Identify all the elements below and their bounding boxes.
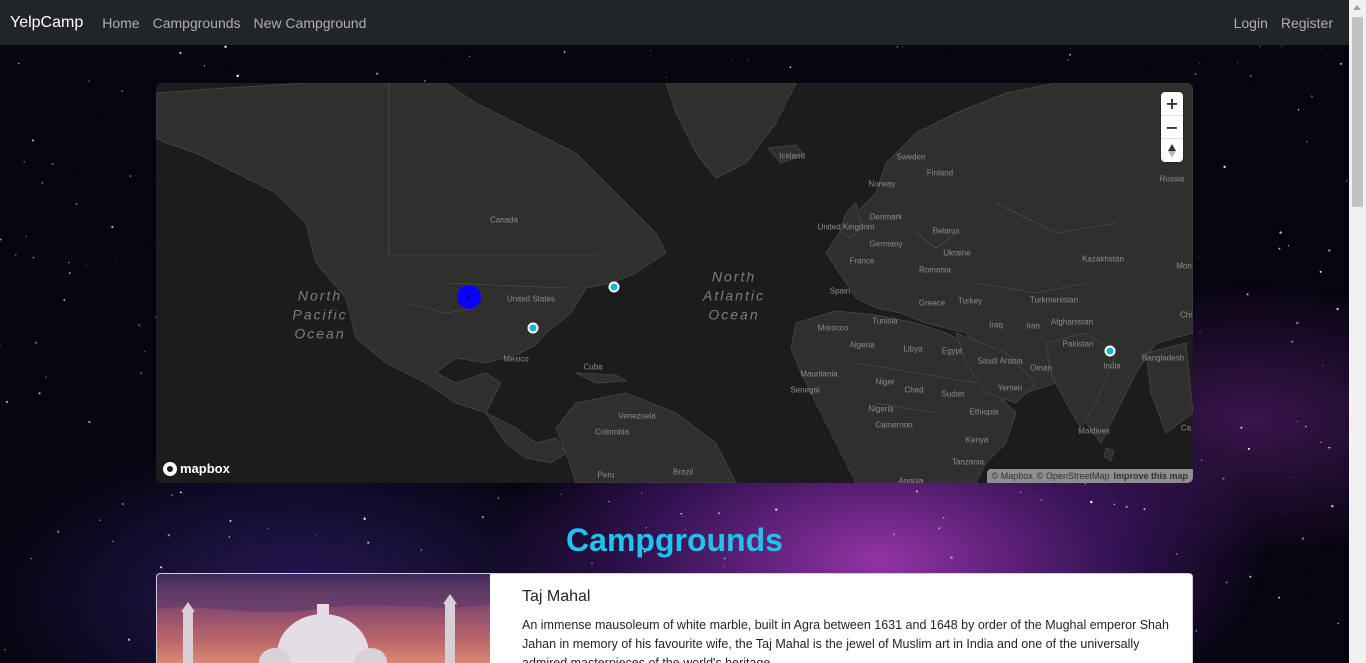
country-label: India: [1103, 361, 1121, 371]
country-label: Saudi Arabia: [977, 356, 1023, 366]
improve-map-link[interactable]: Improve this map: [1113, 471, 1188, 481]
cluster-map[interactable]: North Pacific Ocean North Atlantic Ocean…: [156, 83, 1193, 483]
nav-home-link[interactable]: Home: [102, 15, 139, 31]
nav-login-link[interactable]: Login: [1234, 15, 1268, 31]
map-point-marker[interactable]: [1104, 345, 1116, 357]
taj-mahal-image: [157, 574, 490, 663]
country-label: Venezuela: [618, 411, 656, 421]
country-label: Iran: [1026, 321, 1040, 331]
country-label: Iraq: [989, 320, 1003, 330]
zoom-out-button[interactable]: −: [1161, 116, 1183, 140]
ocean-label-pacific: North Pacific Ocean: [292, 287, 348, 342]
country-label: Morocco: [817, 323, 849, 333]
country-label: Maldives: [1078, 426, 1110, 436]
country-label: Algeria: [849, 340, 875, 350]
country-label: Russia: [1159, 174, 1185, 184]
country-label: Belarus: [932, 226, 960, 236]
country-label: Iceland: [779, 151, 805, 161]
country-label: United Kingdom: [817, 222, 875, 232]
nav-new-campground-link[interactable]: New Campground: [254, 15, 367, 31]
country-label: Sudan: [941, 389, 965, 399]
map-attribution: © Mapbox © OpenStreetMap Improve this ma…: [986, 469, 1193, 483]
country-label: Peru: [597, 470, 615, 480]
nav-campgrounds-link[interactable]: Campgrounds: [153, 15, 241, 31]
country-label: Tanzania: [951, 457, 985, 467]
country-label: Mon: [1176, 261, 1192, 271]
campground-image: [157, 574, 490, 663]
page-title-text: Campgrounds: [566, 522, 783, 558]
reset-bearing-button[interactable]: [1161, 139, 1183, 162]
country-label: Kenya: [965, 435, 989, 445]
mapbox-logo-text: mapbox: [180, 461, 230, 476]
mapbox-logo[interactable]: mapbox: [163, 461, 230, 476]
page-scrollbar[interactable]: [1349, 0, 1366, 663]
attribution-mapbox-link[interactable]: © Mapbox: [992, 471, 1033, 481]
country-label: United States: [506, 294, 556, 304]
country-label: Niger: [875, 377, 895, 387]
country-label: Libya: [903, 344, 923, 354]
country-label: Finland: [926, 168, 954, 178]
country-label: Afghanistan: [1050, 317, 1094, 327]
country-label: Turkey: [957, 296, 983, 306]
country-label: Oman: [1030, 363, 1052, 373]
attribution-osm-link[interactable]: © OpenStreetMap: [1037, 471, 1110, 481]
auth-links: Login Register: [1234, 15, 1346, 31]
country-label: Cameroon: [875, 420, 913, 430]
map-point-marker[interactable]: [527, 322, 539, 334]
country-label: Mauritania: [800, 369, 838, 379]
campground-title[interactable]: Taj Mahal: [522, 588, 1170, 606]
campground-card: Taj Mahal An immense mausoleum of white …: [156, 573, 1193, 663]
country-label: Denmark: [869, 212, 903, 222]
country-label: Greece: [918, 298, 946, 308]
country-label: Chad: [904, 385, 924, 395]
zoom-in-button[interactable]: +: [1161, 92, 1183, 116]
map-land-shapes: [156, 83, 1193, 483]
map-zoom-controls: + −: [1161, 92, 1183, 162]
country-label: Spain: [829, 286, 851, 296]
country-label: Turkmenistan: [1029, 295, 1079, 305]
country-label: Mexico: [503, 354, 529, 364]
country-label: Chi: [1179, 310, 1193, 320]
compass-icon: [1168, 143, 1176, 158]
country-label: Romania: [918, 265, 952, 275]
country-label: Sweden: [896, 152, 926, 162]
country-label: Canada: [489, 215, 519, 225]
page-title: Campgrounds: [0, 522, 1349, 559]
campground-card-body: Taj Mahal An immense mausoleum of white …: [522, 588, 1170, 663]
country-label: Nigeria: [868, 404, 894, 414]
country-label: Kazakhstan: [1082, 254, 1124, 264]
scroll-thumb[interactable]: [1352, 17, 1363, 207]
country-label: Yemen: [997, 383, 1023, 393]
country-label: France: [849, 256, 875, 266]
country-label: Ca: [1180, 423, 1192, 433]
scroll-up-icon[interactable]: [1353, 5, 1361, 10]
country-label: Angola: [898, 476, 924, 484]
country-label: Ukraine: [943, 248, 971, 258]
country-label: Ethiopia: [969, 407, 999, 417]
map-point-marker[interactable]: [608, 281, 620, 293]
ocean-label-atlantic: North Atlantic Ocean: [703, 268, 765, 323]
country-label: Norway: [868, 179, 896, 189]
country-label: Pakistan: [1062, 339, 1094, 349]
country-label: Colombia: [595, 427, 629, 437]
country-label: Germany: [869, 239, 903, 249]
country-label: Tunisia: [872, 316, 898, 326]
country-label: Bangladesh: [1141, 353, 1185, 363]
brand-logo[interactable]: YelpCamp: [10, 14, 83, 32]
country-label: Egypt: [941, 346, 963, 356]
top-navbar: YelpCamp Home Campgrounds New Campground…: [0, 0, 1349, 45]
map-cluster-marker[interactable]: [457, 285, 481, 309]
country-label: Brazil: [672, 467, 694, 477]
nav-register-link[interactable]: Register: [1281, 15, 1333, 31]
mapbox-logo-icon: [163, 461, 177, 476]
campground-description: An immense mausoleum of white marble, bu…: [522, 618, 1169, 663]
country-label: Cuba: [583, 362, 603, 372]
country-label: Senegal: [790, 385, 820, 395]
